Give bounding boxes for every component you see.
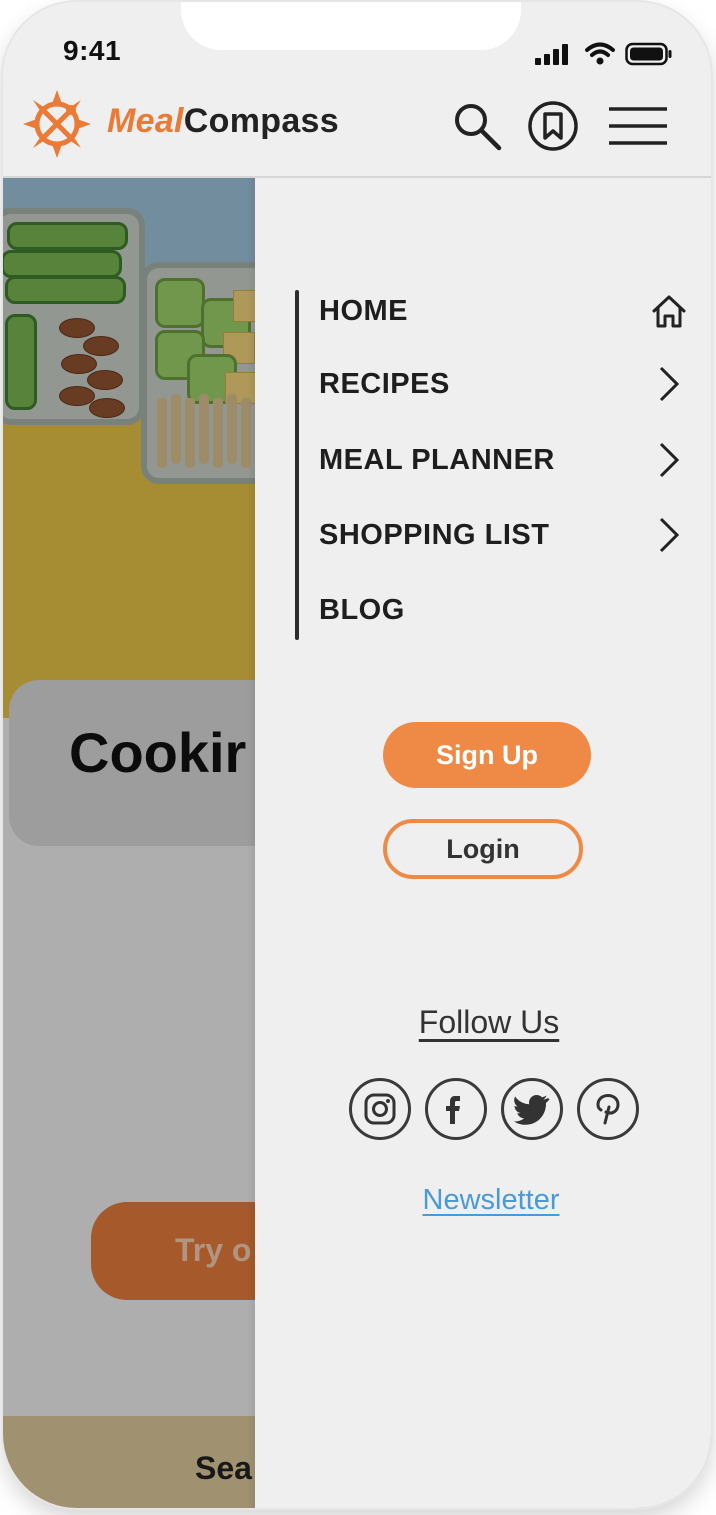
chevron-right-icon [649,364,689,404]
search-icon [455,104,502,151]
nav-item-blog[interactable]: BLOG [319,583,689,637]
nav-item-label: RECIPES [319,367,450,400]
home-icon [649,291,689,331]
twitter-icon[interactable] [501,1078,563,1140]
brand-name[interactable]: MealCompass [107,102,339,141]
brand-part-meal: Meal [107,102,184,140]
chevron-right-icon [649,440,689,480]
nav-item-recipes[interactable]: RECIPES [319,357,689,411]
bookmark-button[interactable] [525,98,581,154]
nav-item-meal-planner[interactable]: MEAL PLANNER [319,433,689,487]
device-notch [181,2,521,50]
menu-button[interactable] [606,98,670,154]
nav-drawer: HOME RECIPES MEAL PLANNER SHOPPING LIST [255,178,711,1508]
logo-icon[interactable] [21,88,93,160]
nav-item-label: BLOG [319,593,405,626]
chevron-right-icon [649,515,689,555]
nav-item-label: SHOPPING LIST [319,518,550,551]
instagram-icon[interactable] [349,1078,411,1140]
newsletter-link[interactable]: Newsletter [255,1184,711,1217]
phone-frame: 9:41 MealCompass Cookir Try o Sea HOME R… [3,2,711,1508]
signal-icon [535,44,568,65]
nav-divider [295,290,299,640]
social-links [349,1078,639,1140]
nav-item-home[interactable]: HOME [319,284,689,338]
wifi-icon [585,42,615,65]
status-time: 9:41 [63,35,122,66]
facebook-icon[interactable] [425,1078,487,1140]
brand-part-compass: Compass [183,102,339,140]
follow-us-heading: Follow Us [418,1004,560,1040]
nav-item-label: MEAL PLANNER [319,443,555,476]
bookmark-icon [528,101,578,151]
battery-icon [625,42,672,66]
app-header: MealCompass [3,84,711,178]
search-button[interactable] [449,98,505,154]
pinterest-icon[interactable] [577,1078,639,1140]
status-icons [535,42,673,66]
signup-button[interactable]: Sign Up [383,722,591,788]
nav-item-label: HOME [319,294,408,327]
hamburger-menu-icon [609,107,667,145]
login-button[interactable]: Login [383,819,583,879]
nav-item-shopping-list[interactable]: SHOPPING LIST [319,508,689,562]
